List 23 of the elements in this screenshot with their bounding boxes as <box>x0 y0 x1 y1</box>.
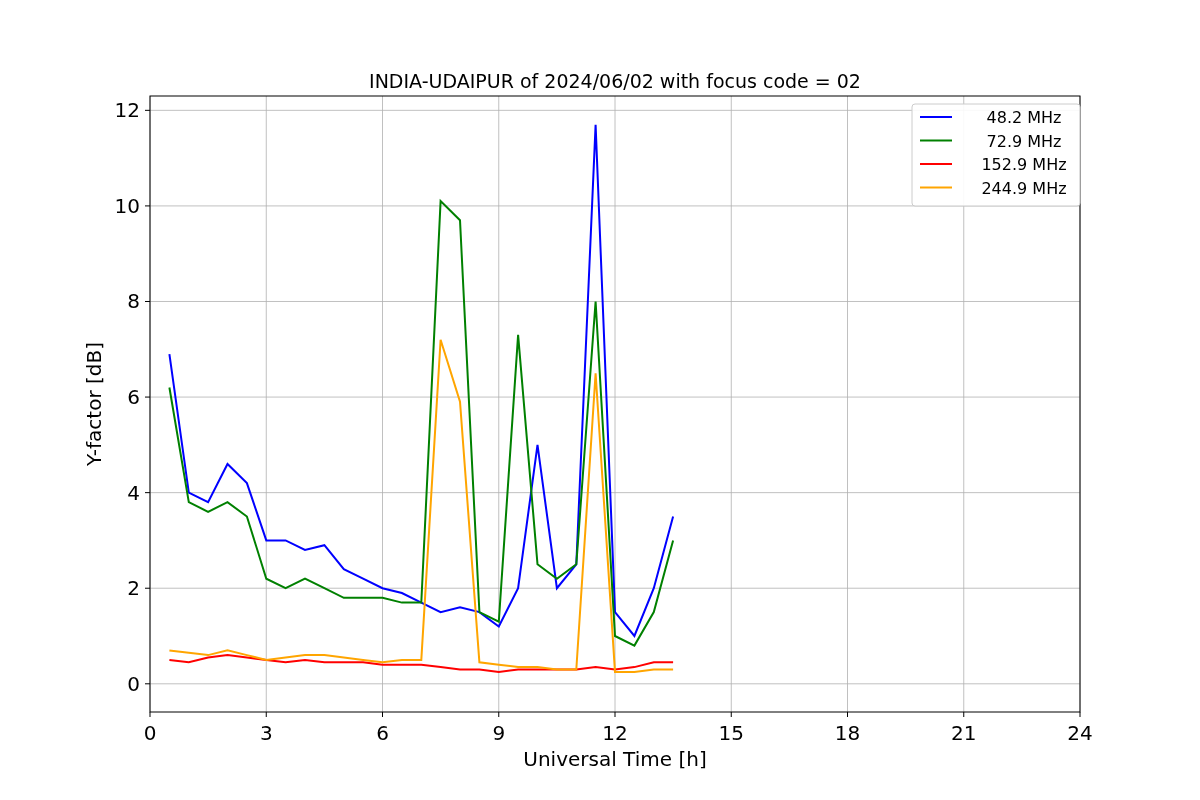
tick-label: 12 <box>114 98 140 123</box>
legend-label: 48.2 MHz <box>986 108 1062 127</box>
tick-label: 6 <box>127 385 140 410</box>
legend-label: 72.9 MHz <box>986 131 1062 151</box>
tick-label: 4 <box>127 480 140 505</box>
tick-label: 12 <box>602 721 628 745</box>
legend-label: 244.9 MHz <box>981 178 1067 198</box>
tick-label: 15 <box>718 721 744 745</box>
tick-label: 0 <box>127 671 140 696</box>
tick-label: 2 <box>127 576 140 601</box>
tick-label: 8 <box>127 289 140 314</box>
y-axis-label: Y-factor [dB] <box>82 342 106 466</box>
tick-label: 6 <box>376 721 389 745</box>
tick-label: 0 <box>143 721 157 745</box>
tick-label: 10 <box>114 193 140 218</box>
legend-label: 152.9 MHz <box>981 155 1067 174</box>
tick-label: 21 <box>951 721 977 745</box>
tick-label: 9 <box>492 721 506 745</box>
tick-label: 18 <box>834 721 861 745</box>
tick-label: 3 <box>259 721 273 745</box>
tick-label: 24 <box>1067 721 1093 745</box>
x-axis-label: Universal Time [h] <box>523 747 707 771</box>
chart-title: INDIA-UDAIPUR of 2024/06/02 with focus code = 02 <box>369 70 861 92</box>
